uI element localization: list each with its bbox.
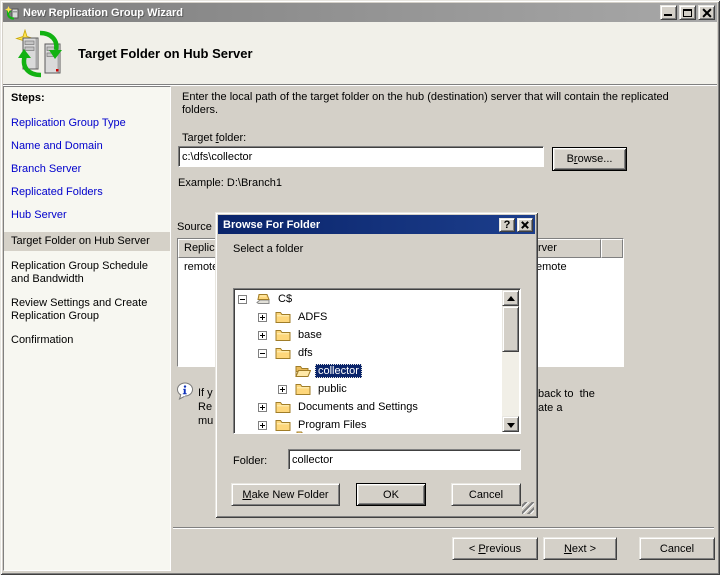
close-button[interactable] <box>698 5 715 20</box>
folder-label: Folder: <box>233 455 267 467</box>
target-folder-label: Target folder: <box>182 132 246 144</box>
expand-plus-icon[interactable] <box>258 313 267 322</box>
expand-plus-icon[interactable] <box>258 421 267 430</box>
wizard-window: New Replication Group Wizard <box>0 0 720 575</box>
sidebar-step-branch-server[interactable]: Branch Server <box>11 163 166 176</box>
tree-item-label: public <box>315 382 350 396</box>
browse-for-folder-dialog: Browse For Folder ? Select a folder C$AD… <box>215 212 538 518</box>
tree-item-label: dfs <box>295 346 316 360</box>
folder-open-icon <box>295 364 311 378</box>
tree-item-label: C$ <box>275 292 295 306</box>
folder-icon <box>275 400 291 414</box>
collapse-minus-icon[interactable] <box>258 349 267 358</box>
info-icon <box>176 382 194 400</box>
folder-icon <box>295 382 311 396</box>
table-cell-left[interactable]: remote <box>184 261 218 273</box>
tree-item-label: collector <box>315 364 362 378</box>
collapse-minus-icon[interactable] <box>238 295 247 304</box>
minimize-icon <box>664 14 672 16</box>
footer-divider <box>173 527 714 529</box>
note-fragment: back to the <box>538 387 595 401</box>
dialog-prompt: Select a folder <box>233 243 303 255</box>
resize-grip[interactable] <box>522 502 534 514</box>
scroll-up-button[interactable] <box>502 290 519 306</box>
partial-folder-icon <box>296 430 312 434</box>
sidebar-step-target-folder-on-hub-server: Target Folder on Hub Server <box>4 232 170 251</box>
minimize-button[interactable] <box>660 5 677 20</box>
table-header-spacer <box>601 239 623 258</box>
folder-name-input[interactable] <box>288 449 521 470</box>
arrow-up-icon <box>507 296 515 301</box>
steps-heading: Steps: <box>11 92 166 104</box>
expand-plus-icon[interactable] <box>258 331 267 340</box>
next-button[interactable]: Next > <box>543 537 617 560</box>
dialog-close-button[interactable] <box>517 218 533 232</box>
tree-item-label: Documents and Settings <box>295 400 421 414</box>
tree-item-documents-and-settings[interactable]: Documents and Settings <box>235 398 502 416</box>
replication-wizard-icon <box>15 29 65 79</box>
source-label-fragment: Source <box>177 221 212 233</box>
note-fragment: mu <box>198 414 213 428</box>
tree-item-label: base <box>295 328 325 342</box>
tree-item-base[interactable]: base <box>235 326 502 344</box>
folder-icon <box>275 310 291 324</box>
wizard-header: Target Folder on Hub Server <box>3 22 717 84</box>
browse-button[interactable]: Browse... <box>552 147 627 171</box>
tree-item-public[interactable]: public <box>235 380 502 398</box>
sidebar-step-review-settings-and-create-replication-group: Review Settings and Create Replication G… <box>11 297 166 323</box>
sidebar-step-replication-group-schedule-and-bandwidth: Replication Group Schedule and Bandwidth <box>11 260 166 286</box>
dialog-titlebar[interactable]: Browse For Folder ? <box>218 215 535 234</box>
expand-plus-icon[interactable] <box>278 385 287 394</box>
sidebar-step-name-and-domain[interactable]: Name and Domain <box>11 140 166 153</box>
page-title: Target Folder on Hub Server <box>78 46 253 61</box>
wizard-cancel-button[interactable]: Cancel <box>639 537 715 560</box>
maximize-button[interactable] <box>679 5 696 20</box>
tree-item-dfs[interactable]: dfs <box>235 344 502 362</box>
wizard-titlebar[interactable]: New Replication Group Wizard <box>3 3 717 22</box>
sidebar-step-replication-group-type[interactable]: Replication Group Type <box>11 117 166 130</box>
sidebar-step-hub-server[interactable]: Hub Server <box>11 209 166 222</box>
note-fragment: If y <box>198 386 213 400</box>
sidebar-step-confirmation: Confirmation <box>11 334 166 347</box>
folder-icon <box>275 418 291 432</box>
window-title: New Replication Group Wizard <box>23 7 658 19</box>
note-fragment: Re <box>198 400 212 414</box>
shared-drive-icon <box>255 292 271 306</box>
dialog-title: Browse For Folder <box>223 219 497 231</box>
note-fragment: ate a <box>538 401 562 415</box>
sidebar-step-replicated-folders[interactable]: Replicated Folders <box>11 186 166 199</box>
scrollbar-thumb[interactable] <box>502 306 519 352</box>
target-folder-input[interactable] <box>178 146 544 167</box>
example-text: Example: D:\Branch1 <box>178 177 282 189</box>
dialog-help-button[interactable]: ? <box>499 218 515 232</box>
tree-item-c$[interactable]: C$ <box>235 290 502 308</box>
tree-item-adfs[interactable]: ADFS <box>235 308 502 326</box>
wizard-titlebar-icon <box>5 6 20 20</box>
maximize-icon <box>683 9 692 17</box>
tree-item-collector[interactable]: collector <box>235 362 502 380</box>
table-header-right-fragment: rver <box>538 242 557 254</box>
scroll-down-button[interactable] <box>502 416 519 432</box>
ok-button[interactable]: OK <box>356 483 426 506</box>
folder-tree[interactable]: C$ADFS base dfs collector public Documents an… <box>233 288 521 434</box>
arrow-down-icon <box>507 423 515 428</box>
previous-button[interactable]: < Previous <box>452 537 538 560</box>
expand-plus-icon[interactable] <box>258 403 267 412</box>
instruction-text: Enter the local path of the target folde… <box>182 91 706 117</box>
table-cell-right[interactable]: emote <box>536 261 567 273</box>
dialog-cancel-button[interactable]: Cancel <box>451 483 521 506</box>
steps-sidebar: Steps: Replication Group Type Name and Do… <box>3 86 171 571</box>
folder-icon <box>275 328 291 342</box>
tree-item-program-files[interactable]: Program Files <box>235 416 502 432</box>
folder-icon <box>275 346 291 360</box>
tree-item-label: ADFS <box>295 310 330 324</box>
tree-scrollbar[interactable] <box>502 290 519 432</box>
make-new-folder-button[interactable]: Make New Folder <box>231 483 340 506</box>
